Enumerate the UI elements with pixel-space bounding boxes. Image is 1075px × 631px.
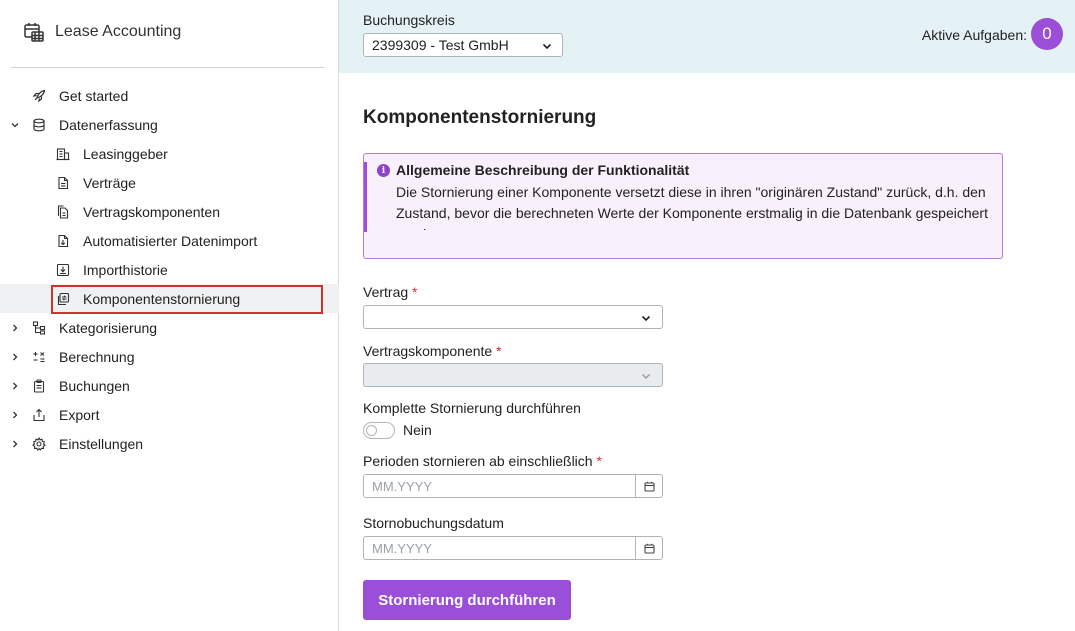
info-box: i Allgemeine Beschreibung der Funktional…	[363, 153, 1003, 259]
database-icon	[31, 117, 47, 133]
rocket-icon	[31, 88, 47, 104]
vertragskomponente-label: Vertragskomponente *	[363, 343, 502, 359]
sidebar-nav: Get started Datenerfassung Leasinggeber …	[0, 81, 339, 458]
sidebar-item-buchungen[interactable]: Buchungen	[0, 371, 339, 400]
sidebar-item-label: Datenerfassung	[59, 116, 158, 133]
sidebar-item-automatisierter-datenimport[interactable]: Automatisierter Datenimport	[0, 226, 339, 255]
sidebar: Lease Accounting Get started Datenerfass…	[0, 0, 339, 631]
hierarchy-icon	[31, 320, 47, 336]
document-icon	[55, 175, 71, 191]
buchungskreis-label: Buchungskreis	[363, 12, 455, 28]
sidebar-item-label: Get started	[59, 87, 129, 104]
sidebar-item-label: Leasinggeber	[83, 145, 168, 162]
sidebar-item-kategorisierung[interactable]: Kategorisierung	[0, 313, 339, 342]
calculator-icon	[31, 349, 47, 365]
sidebar-item-label: Kategorisierung	[59, 319, 158, 336]
info-title: Allgemeine Beschreibung der Funktionalit…	[396, 162, 690, 178]
main-content: Komponentenstornierung i Allgemeine Besc…	[339, 73, 1075, 631]
sidebar-item-label: Komponentenstornierung	[83, 290, 241, 307]
komplette-stornierung-value: Nein	[403, 422, 432, 438]
sidebar-item-export[interactable]: Export	[0, 400, 339, 429]
required-mark: *	[596, 453, 602, 469]
buchungskreis-value: 2399309 - Test GmbH	[372, 37, 509, 53]
chevron-right-icon[interactable]	[9, 371, 21, 400]
chevron-down-icon[interactable]	[9, 110, 21, 139]
toggle-knob	[366, 425, 377, 436]
chevron-right-icon[interactable]	[9, 400, 21, 429]
perioden-date-field	[363, 474, 663, 498]
file-import-icon	[55, 233, 71, 249]
sidebar-item-vertragskomponenten[interactable]: Vertragskomponenten	[0, 197, 339, 226]
sidebar-item-label: Einstellungen	[59, 435, 144, 452]
komplette-stornierung-label: Komplette Stornierung durchführen	[363, 400, 581, 416]
upload-icon	[31, 407, 47, 423]
komplette-stornierung-toggle[interactable]	[363, 422, 395, 439]
topbar: Buchungskreis 2399309 - Test GmbH Aktive…	[339, 0, 1075, 73]
sidebar-item-berechnung[interactable]: Berechnung	[0, 342, 339, 371]
sidebar-item-label: Berechnung	[59, 348, 135, 365]
swap-documents-icon	[55, 291, 71, 307]
active-tasks-label: Aktive Aufgaben:	[921, 27, 1027, 43]
sidebar-item-label: Importhistorie	[83, 261, 168, 278]
chevron-right-icon[interactable]	[9, 342, 21, 371]
page-title: Komponentenstornierung	[363, 107, 597, 128]
chevron-down-icon	[541, 39, 553, 55]
sidebar-item-leasinggeber[interactable]: Leasinggeber	[0, 139, 339, 168]
required-mark: *	[496, 343, 502, 359]
sidebar-item-datenerfassung[interactable]: Datenerfassung	[0, 110, 339, 139]
stornobuchungsdatum-input[interactable]	[364, 537, 636, 559]
sidebar-item-label: Buchungen	[59, 377, 130, 394]
required-mark: *	[412, 284, 418, 300]
sidebar-item-komponentenstornierung[interactable]: Komponentenstornierung	[0, 284, 339, 313]
chevron-down-icon	[640, 311, 652, 327]
sidebar-item-label: Verträge	[83, 174, 136, 191]
calendar-icon[interactable]	[635, 475, 662, 497]
chevron-down-icon	[640, 369, 652, 385]
sidebar-item-vertraege[interactable]: Verträge	[0, 168, 339, 197]
info-text: Die Stornierung einer Komponente versetz…	[396, 184, 988, 230]
stornobuchungsdatum-date-field	[363, 536, 663, 560]
download-box-icon	[55, 262, 71, 278]
info-box-accent-bar	[364, 162, 367, 232]
gear-icon	[31, 436, 47, 452]
vertragskomponente-select[interactable]	[363, 363, 663, 387]
clipboard-icon	[31, 378, 47, 394]
sidebar-divider	[11, 67, 324, 68]
app-header[interactable]: Lease Accounting	[22, 19, 181, 45]
active-tasks-badge[interactable]: 0	[1031, 18, 1063, 50]
calendar-icon	[22, 20, 46, 44]
perioden-label: Perioden stornieren ab einschließlich *	[363, 453, 602, 469]
sidebar-item-label: Automatisierter Datenimport	[83, 232, 258, 249]
sidebar-item-importhistorie[interactable]: Importhistorie	[0, 255, 339, 284]
sidebar-item-label: Vertragskomponenten	[83, 203, 220, 220]
building-icon	[55, 146, 71, 162]
calendar-icon[interactable]	[635, 537, 662, 559]
vertrag-label: Vertrag *	[363, 284, 418, 300]
info-icon: i	[377, 164, 390, 177]
stornobuchungsdatum-label: Stornobuchungsdatum	[363, 515, 504, 531]
app-title: Lease Accounting	[55, 23, 182, 40]
sidebar-item-get-started[interactable]: Get started	[0, 81, 339, 110]
sidebar-item-label: Export	[59, 406, 100, 423]
vertrag-select[interactable]	[363, 305, 663, 329]
chevron-right-icon[interactable]	[9, 429, 21, 458]
documents-icon	[55, 204, 71, 220]
buchungskreis-select[interactable]: 2399309 - Test GmbH	[363, 33, 563, 57]
sidebar-item-einstellungen[interactable]: Einstellungen	[0, 429, 339, 458]
perioden-input[interactable]	[364, 475, 636, 497]
chevron-right-icon[interactable]	[9, 313, 21, 342]
stornierung-durchfuehren-button[interactable]: Stornierung durchführen	[363, 580, 571, 620]
